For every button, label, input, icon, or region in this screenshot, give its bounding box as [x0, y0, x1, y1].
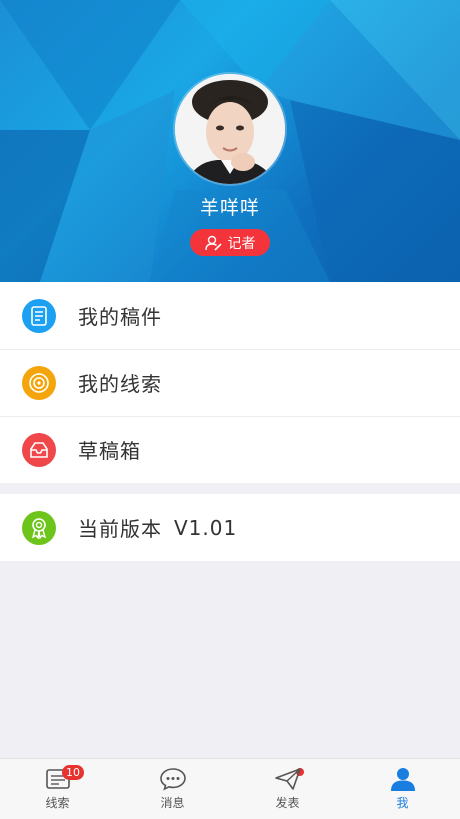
- menu-item-my-manuscripts[interactable]: 我的稿件: [0, 282, 460, 349]
- profile-header: 羊咩咩 记者: [0, 0, 460, 282]
- tab-clues[interactable]: 10 线索: [0, 759, 115, 819]
- tab-label: 发表: [275, 796, 300, 810]
- version-label: 当前版本: [78, 517, 162, 541]
- menu-group: 我的稿件 我的线索 草稿箱: [0, 282, 460, 483]
- award-icon: [22, 510, 56, 545]
- avatar-image: [175, 74, 285, 184]
- user-icon: [390, 768, 415, 791]
- role-label: 记者: [227, 235, 256, 252]
- message-icon: [159, 768, 186, 791]
- target-icon: [22, 365, 56, 400]
- document-icon: [22, 298, 56, 333]
- inbox-icon: [22, 432, 56, 467]
- tab-bar: 10 线索 消息 发表 我: [0, 758, 460, 819]
- reporter-icon: [204, 235, 222, 251]
- role-badge: 记者: [190, 229, 270, 256]
- menu-item-label: 我的稿件: [78, 305, 162, 329]
- version-group: 当前版本 V1.01: [0, 494, 460, 561]
- tab-messages[interactable]: 消息: [115, 759, 304, 819]
- username: 羊咩咩: [199, 197, 260, 219]
- menu-item-label: 我的线索: [78, 372, 162, 396]
- version-value: V1.01: [174, 515, 238, 540]
- menu-item-drafts[interactable]: 草稿箱: [0, 416, 460, 483]
- menu-item-my-clues[interactable]: 我的线索: [0, 349, 460, 416]
- tab-me[interactable]: 我: [345, 759, 460, 819]
- menu-item-label: 草稿箱: [78, 439, 141, 463]
- menu-item-version[interactable]: 当前版本 V1.01: [0, 494, 460, 561]
- send-icon: [274, 768, 301, 790]
- tab-label: 我: [396, 796, 409, 810]
- tab-label: 线索: [45, 796, 70, 810]
- unread-count-badge: 10: [62, 765, 84, 780]
- tab-publish[interactable]: 发表: [230, 759, 345, 819]
- tab-label: 消息: [160, 796, 185, 810]
- avatar[interactable]: [175, 74, 285, 184]
